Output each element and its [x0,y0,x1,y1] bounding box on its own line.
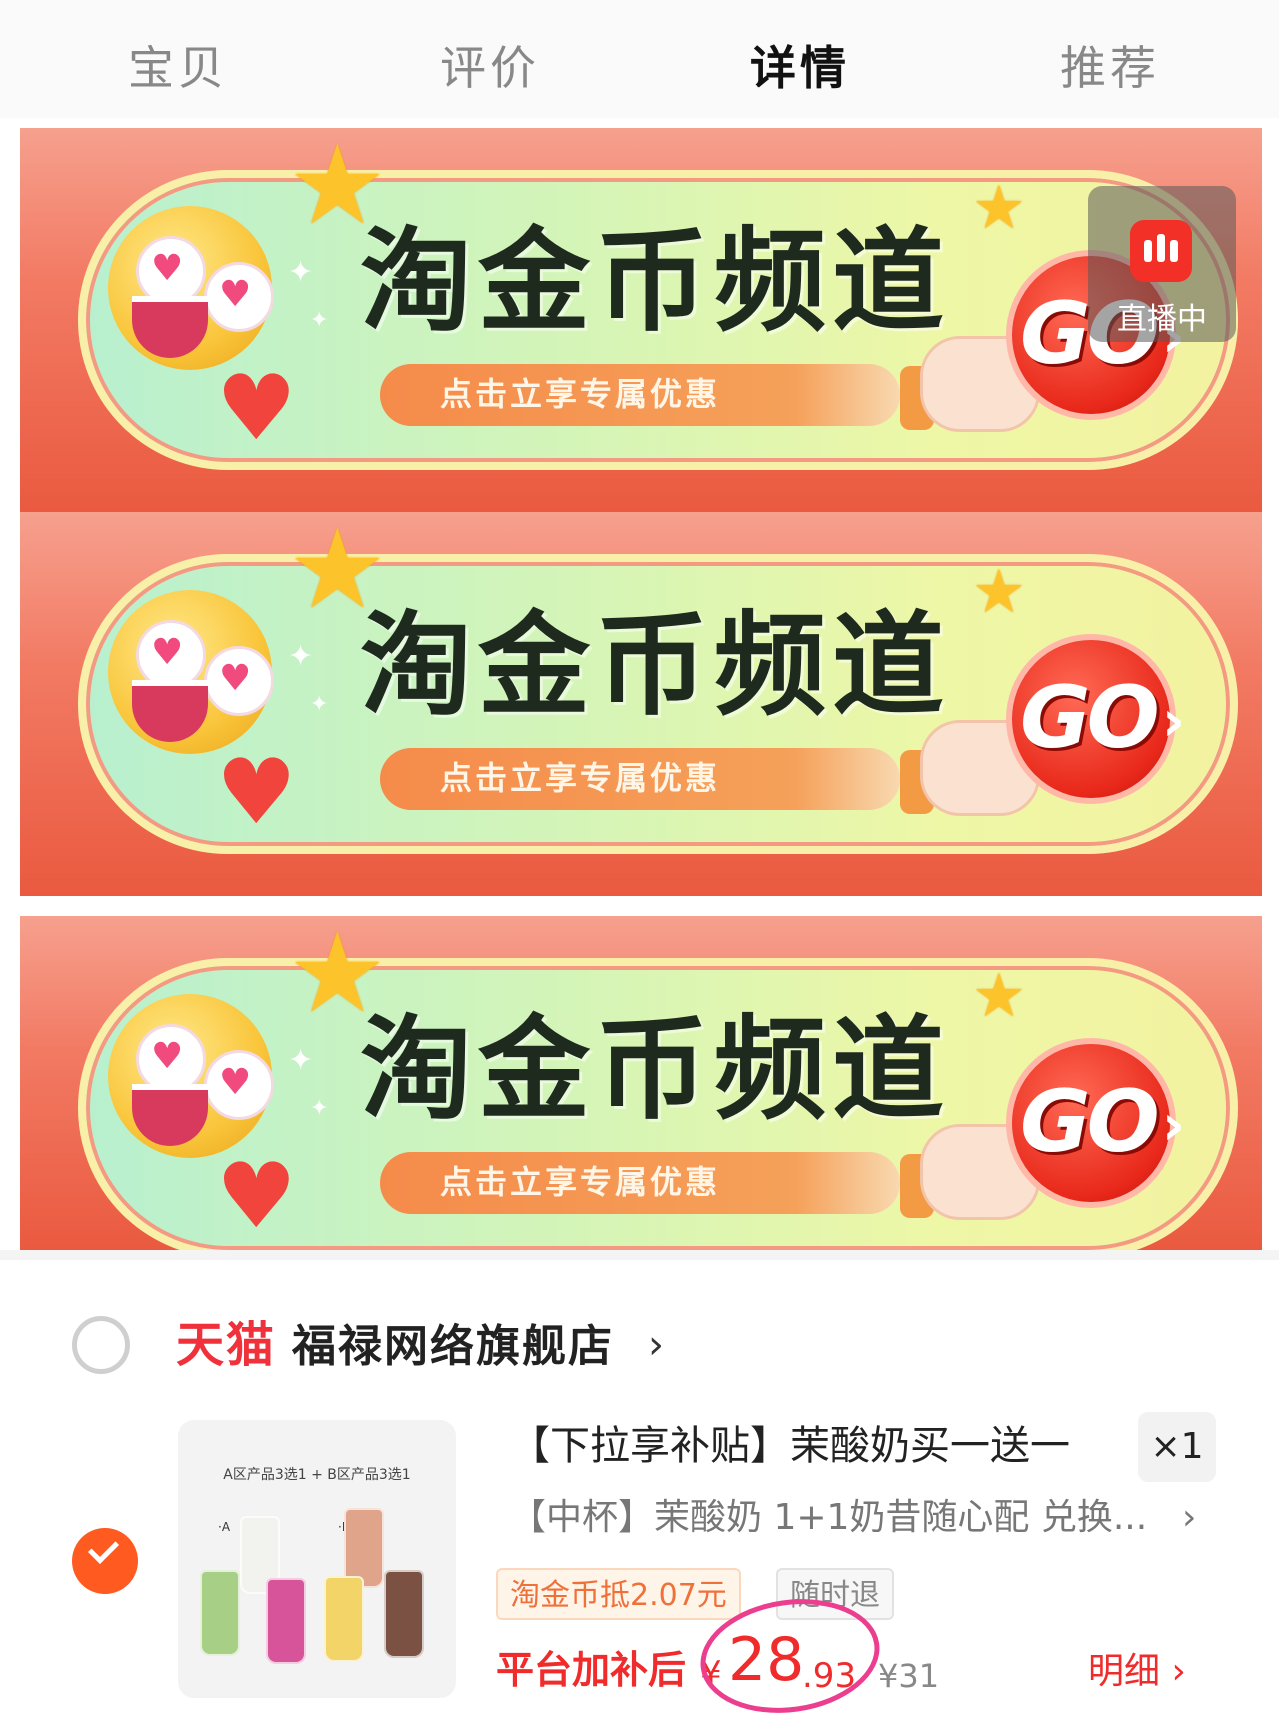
tab-item-baobei[interactable]: 宝贝 [128,38,228,98]
coin-channel-banner[interactable]: ♥ ♥ ♥ ★ ★ ✦ ✦ 淘金币频道 点击立享专属优惠 GO › [20,916,1262,1250]
thumbnail-caption: A区产品3选1 + B区产品3选1 [223,1467,411,1483]
product-spec-selector[interactable]: 【中杯】茉酸奶 1+1奶昔随心配 兑换... [510,1494,1147,1542]
banner-title: 淘金币频道 [360,217,950,347]
star-icon: ★ [972,173,1026,243]
chevron-right-icon[interactable]: › [1182,1494,1196,1542]
live-badge[interactable]: 直播中 [1088,186,1236,342]
heart-icon: ♥ [216,356,297,461]
shop-select-radio[interactable] [72,1316,130,1374]
cup-icon [324,1576,364,1662]
sparkle-icon: ✦ [288,1043,314,1078]
original-price: ¥31 [878,1657,940,1695]
chevron-right-icon: › [1162,689,1186,754]
shop-name-link[interactable]: 福禄网络旗舰店 [292,1320,614,1374]
star-icon: ★ [972,557,1026,627]
banner-subtitle: 点击立享专属优惠 [440,375,721,413]
tab-recommend[interactable]: 推荐 [1060,38,1160,98]
sparkle-icon: ✦ [288,255,314,290]
item-select-checkbox[interactable] [72,1528,138,1594]
live-label: 直播中 [1117,302,1207,337]
sparkle-icon: ✦ [310,692,329,717]
thumbnail-tag-a: ·A [218,1520,231,1534]
chevron-right-icon: › [1162,1093,1186,1158]
sparkle-icon: ✦ [310,308,329,333]
go-label: GO [1020,1072,1160,1172]
sparkle-icon: ✦ [288,639,314,674]
quantity-badge[interactable]: ×1 [1138,1412,1216,1482]
coin-channel-banner[interactable]: ♥ ♥ ♥ ★ ★ ✦ ✦ 淘金币频道 点击立享专属优惠 GO › [20,128,1262,512]
cup-icon [200,1570,240,1656]
banner-subtitle: 点击立享专属优惠 [440,1163,721,1201]
sparkle-icon: ✦ [310,1096,329,1121]
price-detail-link[interactable]: 明细 › [1088,1646,1186,1698]
price-label: 平台加补后 [496,1648,687,1692]
tab-reviews[interactable]: 评价 [440,38,540,98]
go-label: GO [1020,668,1160,768]
star-icon: ★ [972,961,1026,1031]
banner-title: 淘金币频道 [360,1005,950,1135]
banner-subtitle: 点击立享专属优惠 [440,759,721,797]
cup-icon [266,1578,306,1664]
tab-bar: 宝贝 评价 详情 推荐 [0,0,1279,118]
heart-icon: ♥ [216,740,297,845]
product-title[interactable]: 【下拉享补贴】茉酸奶买一送一 [510,1420,1070,1472]
banner-title: 淘金币频道 [360,601,950,731]
live-bars-icon [1130,220,1192,282]
tab-details[interactable]: 详情 [750,38,850,98]
coin-channel-banner[interactable]: ♥ ♥ ♥ ★ ★ ✦ ✦ 淘金币频道 点击立享专属优惠 GO › [20,512,1262,896]
cup-icon [384,1570,424,1658]
section-divider [0,1250,1279,1260]
product-thumbnail[interactable]: A区产品3选1 + B区产品3选1 ·A ·B [178,1420,456,1698]
chevron-right-icon[interactable]: › [648,1318,664,1372]
tmall-brand-label: 天猫 [176,1317,277,1373]
coin-discount-tag: 淘金币抵2.07元 [496,1568,741,1620]
heart-icon: ♥ [216,1144,297,1249]
checkmark-icon [87,1532,120,1565]
